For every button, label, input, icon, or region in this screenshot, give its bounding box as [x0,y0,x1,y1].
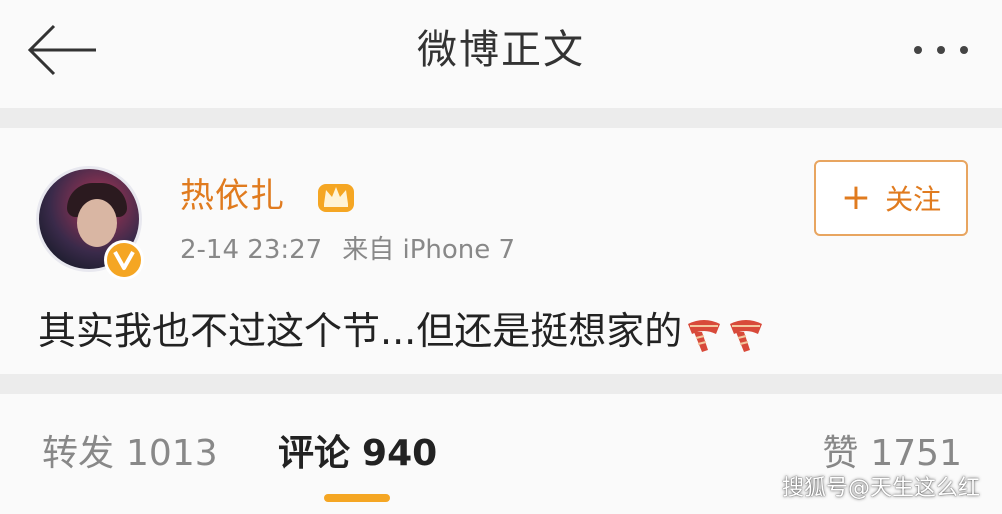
scarf-emoji [726,316,766,352]
tab-forward[interactable]: 转发 1013 [42,430,218,478]
follow-label: 关注 [885,183,942,216]
tab-like[interactable]: 赞 1751 [822,430,962,478]
post-text: 其实我也不过这个节...但还是挺想家的 [38,306,766,356]
more-dots-icon[interactable] [906,30,976,70]
watermark: 搜狐号@天生这么红 [781,476,980,501]
tab-comment-label: 评论 [278,433,351,474]
follow-button[interactable]: + 关注 [814,160,968,236]
plus-icon: + [840,177,872,218]
page-title: 微博正文 [417,27,585,73]
post-body: 其实我也不过这个节...但还是挺想家的 [38,309,683,353]
post-date: 2-14 23:27 [180,235,323,265]
tab-like-label: 赞 [822,433,859,474]
post-source: 来自 iPhone 7 [342,235,516,265]
verified-v-icon [104,240,144,280]
tab-like-count: 1751 [870,433,962,474]
username[interactable]: 热依扎 [180,174,285,218]
crown-icon [316,178,356,214]
separator [0,374,1002,394]
post-meta: 2-14 23:27 来自 iPhone 7 [180,232,515,268]
tab-comment[interactable]: 评论 940 [278,430,437,478]
tab-forward-label: 转发 [42,433,115,474]
scarf-emoji [684,316,724,352]
avatar-face [77,199,117,247]
separator [0,108,1002,128]
tab-forward-count: 1013 [126,433,218,474]
active-tab-indicator [324,494,390,502]
top-nav-bar: 微博正文 [0,0,1002,108]
post-card: 热依扎 2-14 23:27 来自 iPhone 7 + 关注 其实我也不过这个节… [0,128,1002,374]
tab-comment-count: 940 [362,433,438,474]
